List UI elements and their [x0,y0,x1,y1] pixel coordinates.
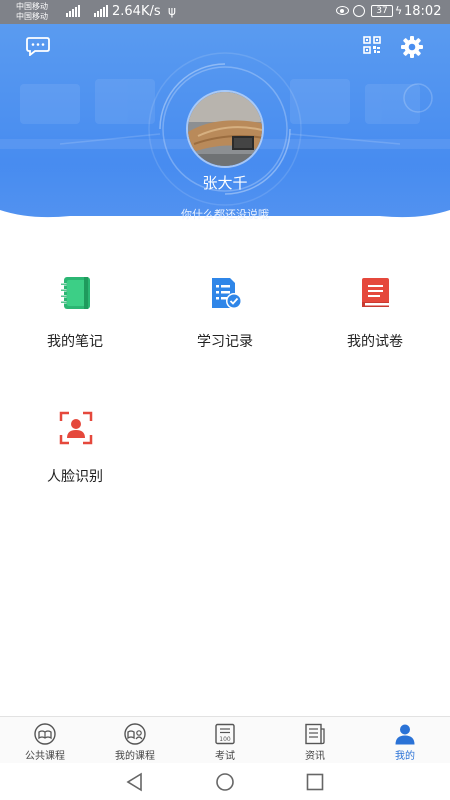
status-bar: 中国移动 中国移动 2.64K/s ψ 37 ϟ 18:02 [0,0,450,24]
eye-icon [336,6,349,15]
tab-label: 资讯 [305,751,325,762]
tab-public-courses[interactable]: 公共课程 [0,717,90,764]
qr-code-icon[interactable] [363,36,381,54]
home-icon[interactable] [214,771,236,793]
face-recognition-item[interactable]: 人脸识别 [0,410,150,510]
recent-apps-icon[interactable] [304,771,326,793]
carrier-2: 中国移动 [16,12,48,21]
tab-me[interactable]: 我的 [360,717,450,764]
back-icon[interactable] [124,771,146,793]
signal-icon [66,5,80,17]
my-exam-papers-item[interactable]: 我的试卷 [300,275,450,375]
notebook-icon [61,277,90,309]
my-course-icon [124,723,146,745]
user-signature[interactable]: 你什么都还没说哦 [0,206,450,222]
tab-label: 公共课程 [25,751,65,762]
tab-news[interactable]: 资讯 [270,717,360,764]
charging-icon: ϟ [395,4,403,17]
usb-icon: ψ [168,4,176,18]
face-recognition-icon [59,411,93,445]
my-notes-label: 我的笔记 [47,334,103,350]
exam-paper-icon [362,278,389,307]
carrier-1: 中国移动 [16,2,48,11]
alarm-icon [353,5,365,17]
user-name: 张大千 [202,174,248,192]
battery-icon: 37 [371,5,393,17]
exam-icon: 100 [215,723,235,745]
message-icon[interactable] [26,36,50,56]
tab-exam[interactable]: 100 考试 [180,717,270,764]
bottom-tab-bar: 公共课程 我的课程 100 考试 资讯 我的 [0,716,450,763]
clock: 18:02 [404,4,442,19]
news-icon [305,723,325,745]
study-record-item[interactable]: 学习记录 [150,275,300,375]
my-notes-item[interactable]: 我的笔记 [0,275,150,375]
signal-icon [94,5,108,17]
study-record-label: 学习记录 [197,334,253,350]
tab-label: 我的课程 [115,751,155,762]
network-speed: 2.64K/s [112,4,161,19]
face-recognition-label: 人脸识别 [47,469,103,485]
profile-header: 张大千 你什么都还没说哦 [0,24,450,238]
avatar[interactable] [186,90,264,168]
gear-icon[interactable] [400,35,424,59]
tab-label: 考试 [215,751,235,762]
system-nav-bar [0,763,450,800]
tab-label: 我的 [395,751,415,762]
public-course-icon [34,723,56,745]
study-record-icon [212,278,242,309]
tab-my-courses[interactable]: 我的课程 [90,717,180,764]
svg-text:100: 100 [219,736,231,743]
user-icon [395,724,415,745]
my-exam-papers-label: 我的试卷 [347,334,403,350]
